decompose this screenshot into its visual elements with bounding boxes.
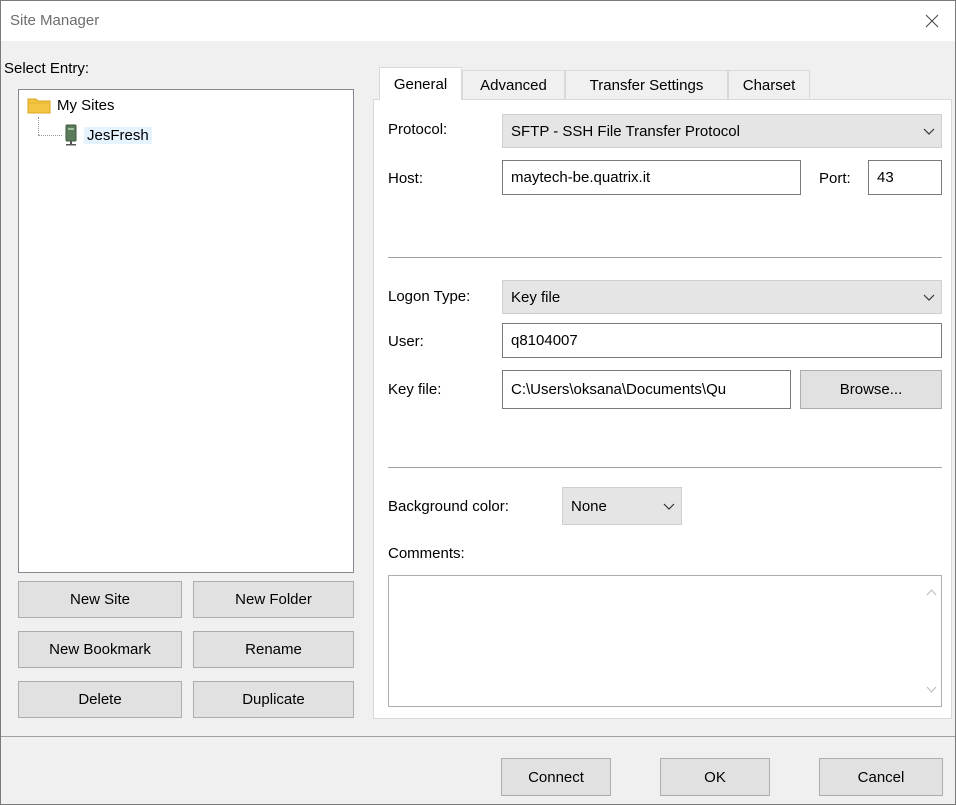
new-site-button[interactable]: New Site	[18, 581, 182, 618]
port-label: Port:	[819, 170, 851, 187]
host-label: Host:	[388, 170, 424, 187]
protocol-value: SFTP - SSH File Transfer Protocol	[511, 122, 740, 140]
tab-advanced[interactable]: Advanced	[462, 70, 565, 100]
chevron-down-icon	[923, 294, 935, 301]
key-file-label: Key file:	[388, 381, 442, 398]
connect-button[interactable]: Connect	[501, 758, 611, 796]
tree-item-label: JesFresh	[84, 126, 152, 144]
footer-separator	[1, 736, 955, 737]
separator	[388, 257, 942, 258]
background-color-value: None	[571, 497, 607, 515]
new-bookmark-button[interactable]: New Bookmark	[18, 631, 182, 668]
comments-label: Comments:	[388, 545, 465, 562]
key-file-value: C:\Users\oksana\Documents\Qu	[511, 381, 727, 398]
background-color-label: Background color:	[388, 498, 509, 515]
site-tree[interactable]: My Sites JesFresh	[18, 89, 354, 573]
folder-icon	[27, 98, 51, 114]
close-icon	[925, 14, 939, 28]
user-value: q8104007	[511, 332, 578, 349]
tree-connector	[38, 117, 39, 135]
key-file-input[interactable]: C:\Users\oksana\Documents\Qu	[502, 370, 791, 409]
separator	[388, 467, 942, 468]
site-manager-window: Site Manager Select Entry: My Sites JesF…	[0, 0, 956, 805]
protocol-select[interactable]: SFTP - SSH File Transfer Protocol	[502, 114, 942, 148]
host-value: maytech-be.quatrix.it	[511, 169, 651, 186]
user-input[interactable]: q8104007	[502, 323, 942, 358]
tree-item-jesfresh[interactable]: JesFresh	[64, 124, 152, 146]
title-bar: Site Manager	[1, 1, 955, 41]
select-entry-label: Select Entry:	[4, 60, 90, 77]
close-button[interactable]	[909, 1, 955, 41]
tree-connector	[38, 135, 62, 136]
delete-button[interactable]: Delete	[18, 681, 182, 718]
scroll-up-icon	[926, 589, 937, 596]
window-title: Site Manager	[10, 12, 100, 29]
tree-item-my-sites[interactable]: My Sites	[27, 96, 115, 114]
protocol-label: Protocol:	[388, 121, 448, 138]
host-input[interactable]: maytech-be.quatrix.it	[502, 160, 801, 195]
chevron-down-icon	[663, 503, 675, 510]
tab-charset[interactable]: Charset	[728, 70, 810, 100]
tree-item-label: My Sites	[57, 96, 115, 114]
ok-button[interactable]: OK	[660, 758, 770, 796]
comments-textarea[interactable]	[388, 575, 942, 707]
port-input[interactable]: 43	[868, 160, 942, 195]
duplicate-button[interactable]: Duplicate	[193, 681, 354, 718]
tab-transfer-settings[interactable]: Transfer Settings	[565, 70, 728, 100]
port-value: 43	[877, 169, 894, 186]
logon-type-select[interactable]: Key file	[502, 280, 942, 314]
scrollbar[interactable]	[921, 576, 941, 706]
rename-button[interactable]: Rename	[193, 631, 354, 668]
logon-type-value: Key file	[511, 288, 561, 306]
cancel-button[interactable]: Cancel	[819, 758, 943, 796]
user-label: User:	[388, 333, 424, 350]
chevron-down-icon	[923, 128, 935, 135]
background-color-select[interactable]: None	[562, 487, 682, 525]
server-icon	[65, 124, 77, 146]
scroll-down-icon	[926, 686, 937, 693]
browse-button[interactable]: Browse...	[800, 370, 942, 409]
logon-type-label: Logon Type:	[388, 288, 471, 305]
new-folder-button[interactable]: New Folder	[193, 581, 354, 618]
tab-general[interactable]: General	[379, 67, 462, 100]
